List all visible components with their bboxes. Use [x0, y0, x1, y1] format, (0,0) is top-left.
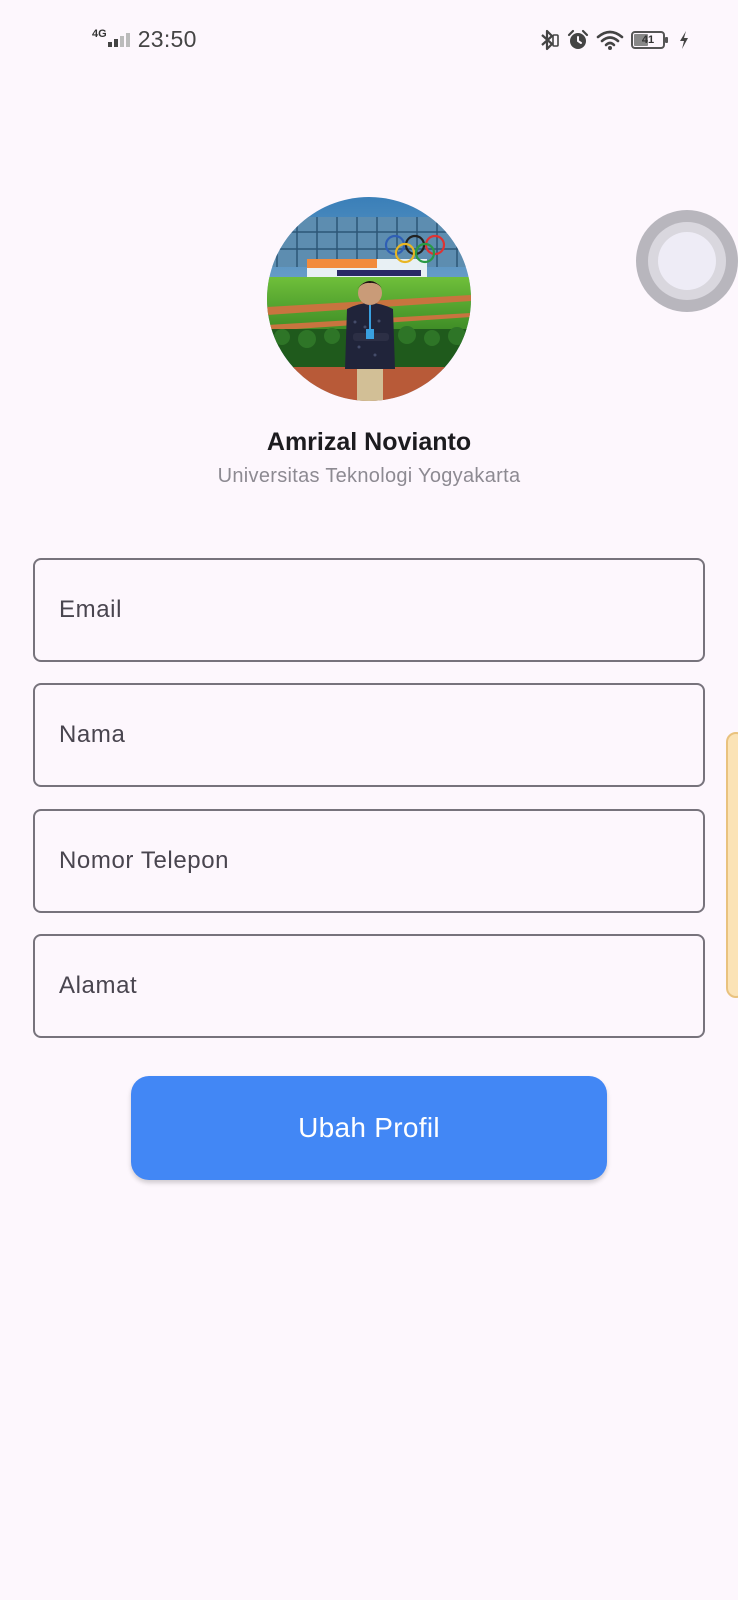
profile-name: Amrizal Novianto — [266, 428, 472, 456]
wifi-icon — [596, 30, 624, 50]
bluetooth-icon — [541, 29, 559, 51]
floating-button-core — [658, 232, 716, 290]
signal-icon — [107, 32, 130, 47]
profile-photo — [267, 197, 471, 401]
update-profile-button[interactable]: Ubah Profil — [131, 1076, 607, 1180]
name-field[interactable] — [33, 683, 705, 787]
floating-assistive-button[interactable] — [636, 210, 738, 312]
address-input[interactable] — [35, 936, 703, 1036]
phone-field[interactable] — [33, 809, 705, 913]
network-type: 4G — [92, 27, 107, 40]
alarm-icon — [567, 29, 589, 49]
profile-avatar — [267, 197, 471, 401]
status-bar: 4G 23:50 41 — [0, 0, 738, 84]
edge-panel-handle[interactable] — [726, 732, 738, 998]
status-bar-right: 41 — [538, 28, 690, 52]
battery-level: 41 — [641, 34, 655, 46]
status-time: 23:50 — [137, 26, 197, 52]
phone-input[interactable] — [35, 811, 703, 911]
charging-icon — [680, 31, 688, 49]
status-bar-left: 4G 23:50 — [92, 26, 197, 53]
battery-icon: 41 — [631, 31, 668, 49]
floating-button-ring — [648, 222, 726, 300]
email-field[interactable] — [33, 558, 705, 662]
address-field[interactable] — [33, 934, 705, 1038]
profile-subtitle: Universitas Teknologi Yogyakarta — [217, 465, 521, 487]
name-input[interactable] — [35, 685, 703, 785]
email-input[interactable] — [35, 560, 703, 660]
